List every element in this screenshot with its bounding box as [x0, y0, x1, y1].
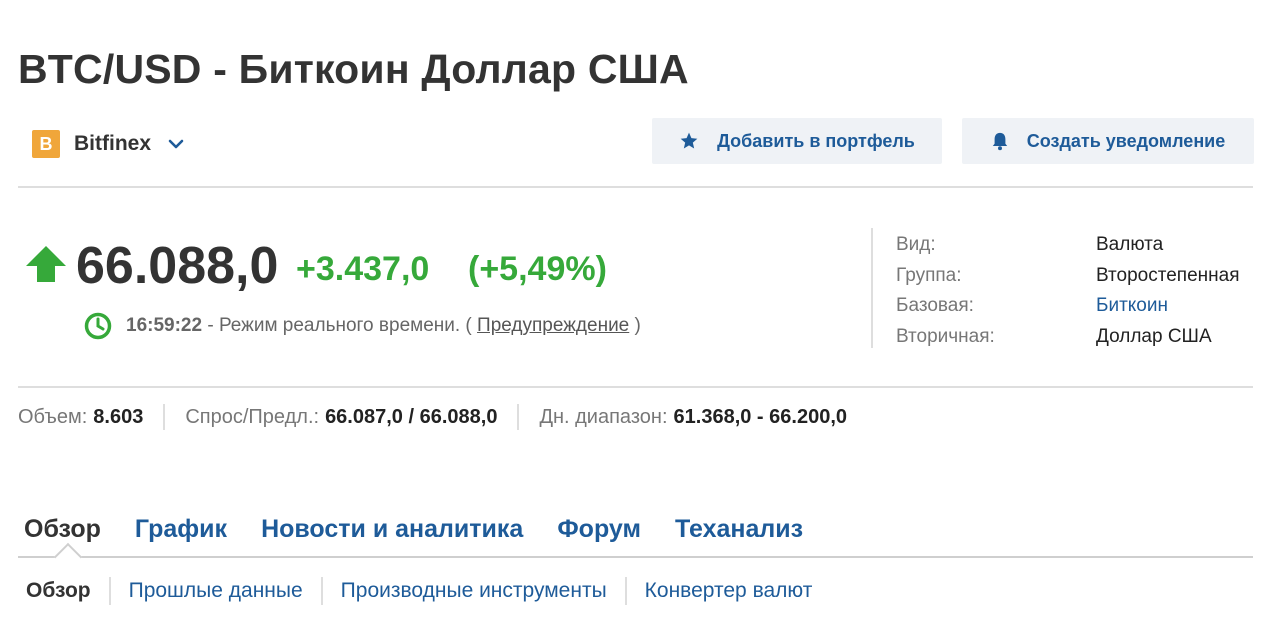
info-value: Второстепенная: [1096, 264, 1240, 286]
subtab-divider: [624, 577, 627, 605]
arrow-up-icon: [26, 246, 66, 282]
subtab-derivatives[interactable]: Производные инструменты: [341, 579, 607, 603]
clock-icon: [84, 312, 112, 340]
add-to-portfolio-label: Добавить в портфель: [717, 130, 915, 151]
info-key: Группа:: [896, 264, 962, 286]
tab-technical[interactable]: Теханализ: [675, 515, 803, 544]
subtab-divider: [108, 577, 111, 605]
star-icon: [680, 132, 698, 149]
tab-forum[interactable]: Форум: [557, 515, 641, 544]
volume-value: 8.603: [93, 405, 144, 428]
subtab-historical-data[interactable]: Прошлые данные: [129, 579, 303, 603]
divider: [18, 386, 1253, 388]
stats-divider: [517, 404, 520, 430]
info-value: Валюта: [1096, 234, 1164, 256]
price-change-percent: (+5,49%): [468, 250, 607, 288]
quote-time: 16:59:22: [126, 315, 203, 336]
subtab-overview[interactable]: Обзор: [26, 579, 91, 603]
day-range-label: Дн. диапазон:: [539, 405, 668, 428]
info-row-base: Базовая: Биткоин: [896, 291, 1239, 322]
active-tab-indicator: [53, 542, 83, 572]
info-row-type: Вид: Валюта: [896, 230, 1239, 261]
info-row-group: Группа: Второстепенная: [896, 261, 1239, 292]
page-title: BTC/USD - Биткоин Доллар США: [18, 46, 689, 92]
last-price: 66.088,0: [76, 237, 279, 295]
exchange-name: Bitfinex: [74, 132, 152, 155]
quote-stats: Объем: 8.603 Спрос/Предл.: 66.087,0 / 66…: [18, 402, 847, 432]
tabs-underline: [18, 556, 1253, 558]
bid-ask-value: 66.087,0 / 66.088,0: [325, 405, 498, 428]
create-alert-button[interactable]: Создать уведомление: [962, 118, 1254, 164]
vertical-divider: [871, 228, 873, 348]
add-to-portfolio-button[interactable]: Добавить в портфель: [652, 118, 942, 164]
bell-icon: [992, 132, 1007, 151]
instrument-info: Вид: Валюта Группа: Второстепенная Базов…: [896, 230, 1239, 352]
volume-label: Объем:: [18, 405, 88, 428]
bid-ask-label: Спрос/Предл.:: [185, 405, 320, 428]
bitfinex-logo: B: [32, 130, 60, 158]
create-alert-label: Создать уведомление: [1026, 130, 1226, 151]
info-key: Вид:: [896, 234, 936, 256]
realtime-status: 16:59:22 - Режим реального времени. ( Пр…: [84, 312, 641, 340]
close-paren: ): [629, 315, 641, 336]
realtime-text: - Режим реального времени. (: [202, 315, 478, 336]
info-row-quote: Вторичная: Доллар США: [896, 322, 1239, 353]
subtab-divider: [320, 577, 323, 605]
exchange-selector[interactable]: B Bitfinex: [32, 128, 185, 160]
warning-link[interactable]: Предупреждение: [477, 315, 629, 337]
day-range-value: 61.368,0 - 66.200,0: [673, 405, 847, 428]
subtab-currency-converter[interactable]: Конвертер валют: [645, 579, 813, 603]
chevron-down-icon: [167, 135, 185, 153]
divider: [18, 186, 1253, 188]
tab-news[interactable]: Новости и аналитика: [261, 515, 523, 544]
info-value: Доллар США: [1096, 325, 1212, 347]
tab-chart[interactable]: График: [135, 515, 227, 544]
base-currency-link[interactable]: Биткоин: [1096, 295, 1168, 317]
stats-divider: [163, 404, 166, 430]
sub-tabs: Обзор Прошлые данные Производные инструм…: [26, 576, 812, 606]
info-key: Базовая:: [896, 295, 974, 317]
main-tabs: Обзор График Новости и аналитика Форум Т…: [18, 512, 837, 546]
tab-overview[interactable]: Обзор: [24, 515, 101, 544]
info-key: Вторичная:: [896, 325, 995, 347]
price-change: +3.437,0: [296, 250, 430, 288]
